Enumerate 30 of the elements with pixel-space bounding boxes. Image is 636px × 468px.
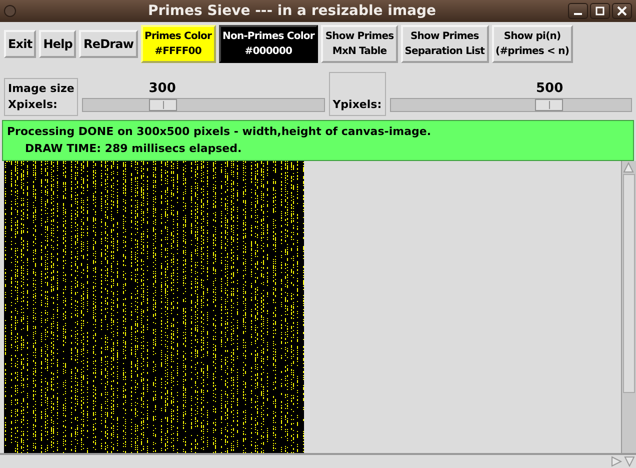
toolbar-button[interactable]: Show pi(n) (#primes < n) xyxy=(492,25,573,63)
slider-label: Image size Xpixels: xyxy=(4,78,78,116)
toolbar-button[interactable]: Exit xyxy=(4,30,36,58)
maximize-button[interactable] xyxy=(590,3,610,19)
scroll-down-icon[interactable] xyxy=(623,455,636,468)
slider-thumb[interactable] xyxy=(148,99,177,111)
status-text: DRAW TIME: 289 millisecs elapsed. xyxy=(24,140,243,156)
window-title: Primes Sieve --- in a resizable image xyxy=(146,3,438,19)
slider-value: 300 xyxy=(148,81,176,96)
close-button[interactable] xyxy=(612,3,632,19)
minimize-button[interactable] xyxy=(568,3,588,19)
toolbar-button[interactable]: ReDraw xyxy=(79,30,138,58)
horizontal-scrollbar[interactable] xyxy=(0,453,636,468)
vertical-scrollbar[interactable] xyxy=(621,161,636,453)
status-text: Processing DONE on 300x500 pixels - width,height of canvas-image. xyxy=(7,124,432,140)
slider[interactable] xyxy=(390,98,632,112)
color-button[interactable]: Non-Primes Color #000000 xyxy=(218,25,318,63)
slider[interactable] xyxy=(82,98,325,112)
toolbar-button[interactable]: Help xyxy=(39,30,76,58)
slider-value: 500 xyxy=(536,81,564,96)
scroll-right-icon[interactable] xyxy=(610,455,623,468)
minimize-icon xyxy=(574,13,582,15)
color-button[interactable]: Primes Color #FFFF00 xyxy=(140,25,216,63)
toolbar-button[interactable]: Show Primes MxN Table xyxy=(321,25,398,63)
window-menu-icon[interactable] xyxy=(4,5,16,17)
slider-label: Ypixels: xyxy=(328,72,386,116)
toolbar-button[interactable]: Show Primes Separation List xyxy=(400,25,489,63)
slider-thumb[interactable] xyxy=(535,99,564,111)
close-icon xyxy=(617,6,627,16)
maximize-icon xyxy=(595,6,605,16)
